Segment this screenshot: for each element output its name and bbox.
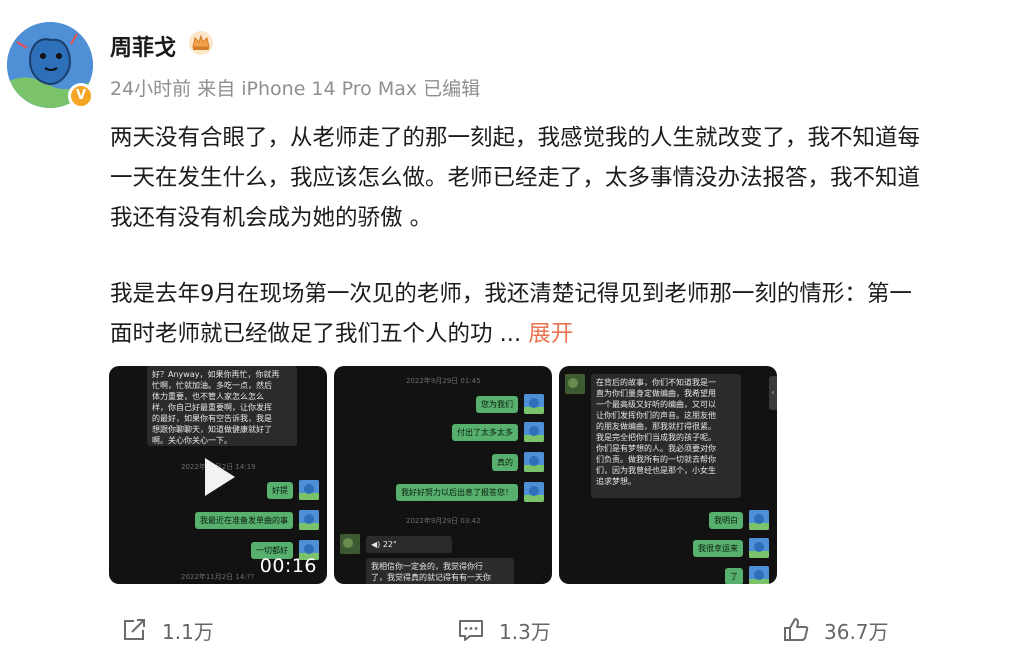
chat-text: 追求梦想。 bbox=[596, 477, 636, 486]
chat-text: 想跟你聊聊天，知道做健康就好了 bbox=[152, 425, 272, 434]
chat-avatar bbox=[524, 394, 544, 414]
chat-avatar bbox=[749, 510, 769, 530]
chat-bubble-outgoing: 好提 bbox=[267, 482, 293, 499]
comment-count: 1.3万 bbox=[499, 619, 551, 644]
chat-text: 你们是有梦想的人。我必须要对你 bbox=[596, 444, 716, 453]
chat-text: 直为你们量身定做编曲，我希望用 bbox=[596, 389, 716, 398]
post-paragraph-2: 我是去年9月在现场第一次见的老师，我还清楚记得见到老师那一刻的情形：第一 面时老… bbox=[110, 274, 1010, 354]
comment-icon bbox=[459, 620, 483, 641]
comment-button[interactable]: 1.3万 bbox=[457, 614, 551, 646]
chat-bubble-incoming: 好？Anyway，如果你再忙，你就再 忙啊，忙就加油。多吃一点，然后 体力重要，… bbox=[147, 366, 297, 446]
chat-bubble-outgoing: 我很幸运来 bbox=[693, 540, 743, 557]
chat-text: 好？Anyway，如果你再忙，你就再 bbox=[152, 370, 280, 379]
like-button[interactable]: 36.7万 bbox=[782, 614, 889, 646]
image-thumbnail[interactable]: 在背后的故事，你们不知道我是一 直为你们量身定做编曲，我希望用 一个最高级又好听… bbox=[559, 366, 777, 584]
share-count: 1.1万 bbox=[162, 619, 214, 644]
chat-avatar bbox=[749, 566, 769, 584]
chat-timestamp: 2022年11月2日 14:?? bbox=[181, 573, 255, 581]
post-meta: 24小时前 来自 iPhone 14 Pro Max 已编辑 bbox=[110, 78, 481, 100]
chat-bubble-outgoing: 真的 bbox=[492, 454, 518, 471]
chat-text: 的朋友做编曲，那我就打得很紧。 bbox=[596, 422, 716, 431]
post-line: 我还有没有机会成为她的骄傲 。 bbox=[110, 205, 433, 231]
video-duration: 00:16 bbox=[259, 555, 317, 577]
chat-timestamp: 2022年9月29日 03:42 bbox=[406, 517, 481, 525]
chat-text: 一个最高级又好听的编曲，又可以 bbox=[596, 400, 716, 409]
chat-text: 的最好，如果你有空告诉我，我是 bbox=[152, 414, 272, 423]
chat-avatar bbox=[299, 510, 319, 530]
chat-avatar bbox=[524, 482, 544, 502]
post-line-text: 面时老师就已经做足了我们五个人的功 ... bbox=[110, 321, 522, 347]
chat-bubble-outgoing: 了 bbox=[725, 568, 743, 584]
chat-text: 了，我觉得真的就记得有有一天你 bbox=[371, 573, 491, 582]
voice-duration: 22" bbox=[382, 540, 397, 549]
chat-text: 体力重要，也不管人家怎么怎么 bbox=[152, 392, 264, 401]
username[interactable]: 周菲戈 bbox=[110, 30, 176, 62]
chat-avatar bbox=[340, 534, 360, 554]
chat-text: 们，因为我曾经也是那个，小女生 bbox=[596, 466, 716, 475]
chat-avatar bbox=[749, 538, 769, 558]
chat-text: 啊。关心你关心一下。 bbox=[152, 436, 232, 445]
chat-avatar bbox=[524, 422, 544, 442]
post-line: 面时老师就已经做足了我们五个人的功 ... 展开 bbox=[110, 314, 1010, 354]
chat-bubble-incoming: 我相信你一定会的，我觉得你行 了，我觉得真的就记得有有一天你 bbox=[366, 558, 514, 584]
chevron-left-icon[interactable]: ‹ bbox=[769, 376, 777, 410]
chat-text: 让你们发挥你们的声音。这朋友他 bbox=[596, 411, 716, 420]
expand-link[interactable]: 展开 bbox=[528, 321, 573, 347]
chat-bubble-outgoing: 我最近在准备发单曲的事 bbox=[195, 512, 293, 529]
post-line: 我是去年9月在现场第一次见的老师，我还清楚记得见到老师那一刻的情形：第一 bbox=[110, 281, 912, 307]
chat-avatar bbox=[299, 480, 319, 500]
chat-bubble-incoming: 在背后的故事，你们不知道我是一 直为你们量身定做编曲，我希望用 一个最高级又好听… bbox=[591, 374, 741, 498]
chat-bubble-outgoing: 付出了太多太多 bbox=[452, 424, 518, 441]
chat-text: 样，你自己好最重要啊，让你发挥 bbox=[152, 403, 272, 412]
crown-member-icon[interactable] bbox=[188, 30, 214, 56]
share-button[interactable]: 1.1万 bbox=[120, 614, 214, 646]
chat-text: 我相信你一定会的，我觉得你行 bbox=[371, 562, 483, 571]
chat-text: 我是完全把你们当成我的孩子呢。 bbox=[596, 433, 716, 442]
chat-bubble-outgoing: 我好好努力以后出息了报答您！ bbox=[396, 484, 518, 501]
chat-bubble-outgoing: 您为我们 bbox=[476, 396, 518, 413]
chat-timestamp: 2022年9月29日 01:45 bbox=[406, 377, 481, 385]
thumbs-up-icon bbox=[784, 618, 809, 641]
post-line: 一天在发生什么，我应该怎么做。老师已经走了，太多事情没办法报答，我不知道 bbox=[110, 165, 921, 191]
chat-text: 在背后的故事，你们不知道我是一 bbox=[596, 378, 716, 387]
image-thumbnail[interactable]: 2022年9月29日 01:45 您为我们 付出了太多太多 真的 我好好努力以后… bbox=[334, 366, 552, 584]
post-paragraph-1: 两天没有合眼了，从老师走了的那一刻起，我感觉我的人生就改变了，我不知道每 一天在… bbox=[110, 118, 1010, 238]
chat-bubble-outgoing: 我明白 bbox=[709, 512, 743, 529]
chat-text: 忙啊，忙就加油。多吃一点，然后 bbox=[152, 381, 272, 390]
chat-avatar bbox=[565, 374, 585, 394]
share-icon bbox=[124, 619, 145, 640]
play-icon[interactable] bbox=[195, 454, 241, 500]
verified-badge-icon: V bbox=[68, 83, 94, 109]
post-line: 两天没有合眼了，从老师走了的那一刻起，我感觉我的人生就改变了，我不知道每 bbox=[110, 125, 921, 151]
voice-message[interactable]: ◀) 22" bbox=[366, 536, 452, 553]
like-count: 36.7万 bbox=[824, 619, 889, 644]
video-thumbnail[interactable]: 好？Anyway，如果你再忙，你就再 忙啊，忙就加油。多吃一点，然后 体力重要，… bbox=[109, 366, 327, 584]
chat-avatar bbox=[524, 452, 544, 472]
chat-text: 们负责。做我所有的一切就去帮你 bbox=[596, 455, 716, 464]
